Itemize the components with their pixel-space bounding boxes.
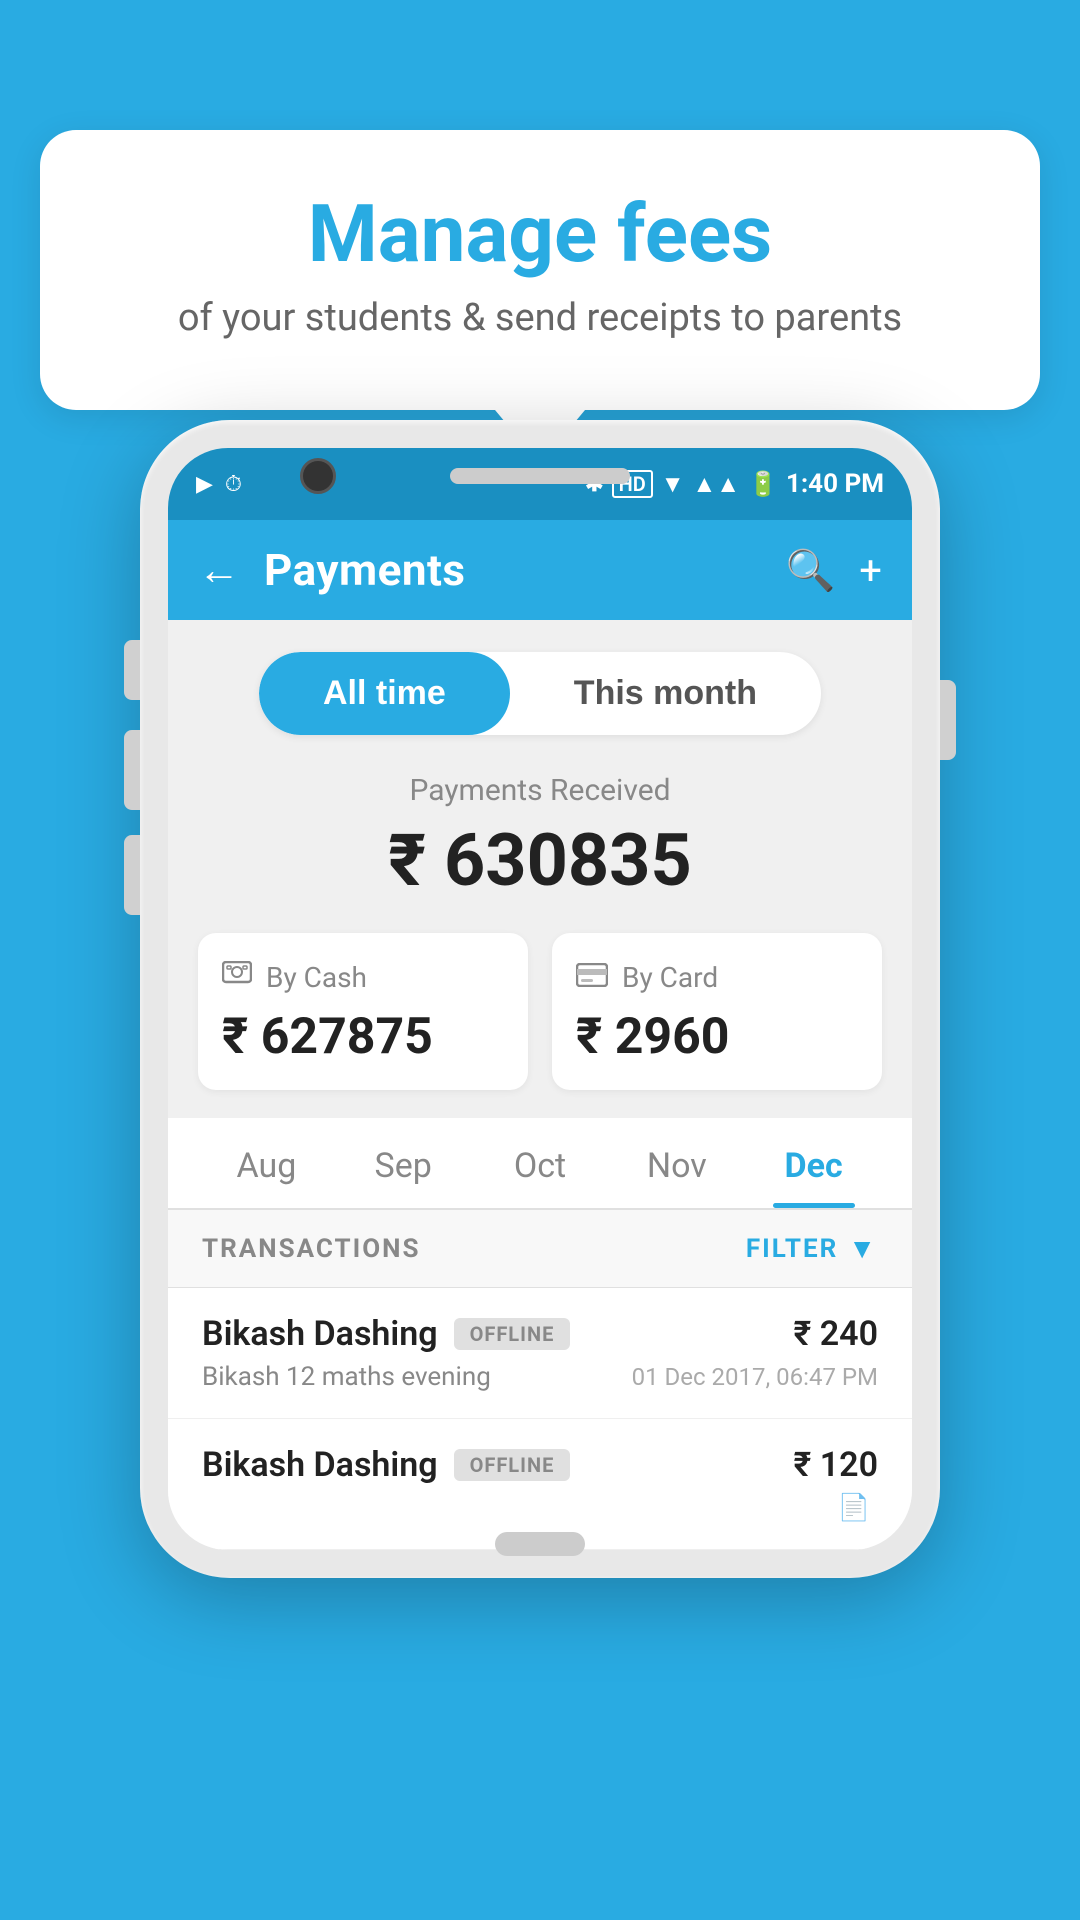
transaction-badge-2: OFFLINE — [454, 1449, 571, 1481]
wifi-icon: ▼ — [661, 470, 685, 499]
phone-mockup: ▶ ⏱ ✱ HD ▼ ▲▲ 🔋 1:40 PM ← Payments 🔍 + — [140, 420, 940, 1578]
status-bar: ▶ ⏱ ✱ HD ▼ ▲▲ 🔋 1:40 PM — [168, 448, 912, 520]
by-card-header: By Card — [576, 961, 858, 994]
transaction-name-1: Bikash Dashing — [202, 1314, 438, 1354]
app-bar: ← Payments 🔍 + — [168, 520, 912, 620]
bubble-subtitle: of your students & send receipts to pare… — [100, 296, 980, 340]
tab-dec[interactable]: Dec — [745, 1118, 882, 1208]
content-area: All time This month Payments Received ₹ … — [168, 620, 912, 1550]
filter-label: FILTER — [746, 1234, 838, 1264]
transaction-amount-2: ₹ 120 — [793, 1445, 878, 1485]
transactions-label: TRANSACTIONS — [202, 1234, 420, 1264]
transaction-row1-2: Bikash Dashing OFFLINE ₹ 120 — [202, 1445, 878, 1485]
payment-methods-row: By Cash ₹ 627875 — [168, 933, 912, 1118]
name-badge-row-1: Bikash Dashing OFFLINE — [202, 1314, 570, 1354]
tab-aug[interactable]: Aug — [198, 1118, 335, 1208]
card-icon — [576, 961, 608, 994]
transaction-badge-1: OFFLINE — [454, 1318, 571, 1350]
name-badge-row-2: Bikash Dashing OFFLINE — [202, 1445, 570, 1485]
by-cash-header: By Cash — [222, 961, 504, 994]
toggle-pill: All time This month — [259, 652, 821, 735]
payments-received-card: Payments Received ₹ 630835 — [168, 763, 912, 933]
filter-button[interactable]: FILTER ▼ — [746, 1232, 878, 1265]
month-tabs: Aug Sep Oct Nov Dec — [168, 1118, 912, 1210]
search-icon[interactable]: 🔍 — [785, 547, 835, 594]
transaction-row2-2: 📄 — [202, 1493, 878, 1523]
phone-side-button-left1[interactable] — [124, 640, 140, 700]
status-bar-left: ▶ ⏱ — [196, 472, 242, 497]
status-time: 1:40 PM — [786, 469, 884, 499]
by-card-amount: ₹ 2960 — [576, 1008, 858, 1066]
back-button[interactable]: ← — [198, 546, 240, 595]
phone-screen: ▶ ⏱ ✱ HD ▼ ▲▲ 🔋 1:40 PM ← Payments 🔍 + — [168, 448, 912, 1550]
phone-camera — [300, 458, 336, 494]
transaction-row2-1: Bikash 12 maths evening 01 Dec 2017, 06:… — [202, 1362, 878, 1392]
transaction-desc-1: Bikash 12 maths evening — [202, 1362, 491, 1392]
toggle-this-month[interactable]: This month — [510, 652, 821, 735]
phone-home-button[interactable] — [495, 1532, 585, 1556]
cash-icon — [222, 961, 252, 994]
phone-side-button-left3[interactable] — [124, 835, 140, 915]
transaction-item-1[interactable]: Bikash Dashing OFFLINE ₹ 240 Bikash 12 m… — [168, 1288, 912, 1419]
tab-oct[interactable]: Oct — [472, 1118, 609, 1208]
add-icon[interactable]: + — [859, 547, 882, 594]
phone-side-button-left2[interactable] — [124, 730, 140, 810]
phone-speaker — [450, 468, 630, 484]
payments-received-amount: ₹ 630835 — [168, 818, 912, 903]
by-card-card: By Card ₹ 2960 — [552, 933, 882, 1090]
transaction-item-2[interactable]: Bikash Dashing OFFLINE ₹ 120 📄 — [168, 1419, 912, 1550]
by-card-label: By Card — [622, 961, 718, 994]
status-bar-right: ✱ HD ▼ ▲▲ 🔋 1:40 PM — [585, 469, 884, 499]
transaction-date-1: 01 Dec 2017, 06:47 PM — [632, 1363, 878, 1391]
transactions-header: TRANSACTIONS FILTER ▼ — [168, 1210, 912, 1288]
by-cash-amount: ₹ 627875 — [222, 1008, 504, 1066]
filter-icon: ▼ — [848, 1232, 878, 1265]
payments-received-label: Payments Received — [168, 773, 912, 808]
play-icon: ▶ — [196, 472, 213, 497]
tab-nov[interactable]: Nov — [608, 1118, 745, 1208]
transaction-row1-1: Bikash Dashing OFFLINE ₹ 240 — [202, 1314, 878, 1354]
by-cash-label: By Cash — [266, 961, 367, 994]
by-cash-card: By Cash ₹ 627875 — [198, 933, 528, 1090]
toggle-row: All time This month — [168, 620, 912, 763]
clock-icon: ⏱ — [225, 472, 242, 497]
bubble-title: Manage fees — [100, 190, 980, 278]
app-bar-title: Payments — [264, 544, 761, 596]
transaction-name-2: Bikash Dashing — [202, 1445, 438, 1485]
toggle-all-time[interactable]: All time — [259, 652, 510, 735]
phone-side-button-right[interactable] — [940, 680, 956, 760]
file-icon-2: 📄 — [838, 1493, 870, 1523]
signal-bars: ▲▲ — [693, 470, 741, 499]
phone-outer: ▶ ⏱ ✱ HD ▼ ▲▲ 🔋 1:40 PM ← Payments 🔍 + — [140, 420, 940, 1578]
tab-sep[interactable]: Sep — [335, 1118, 472, 1208]
transaction-amount-1: ₹ 240 — [793, 1314, 878, 1354]
speech-bubble-card: Manage fees of your students & send rece… — [40, 130, 1040, 410]
battery-icon: 🔋 — [748, 470, 778, 498]
